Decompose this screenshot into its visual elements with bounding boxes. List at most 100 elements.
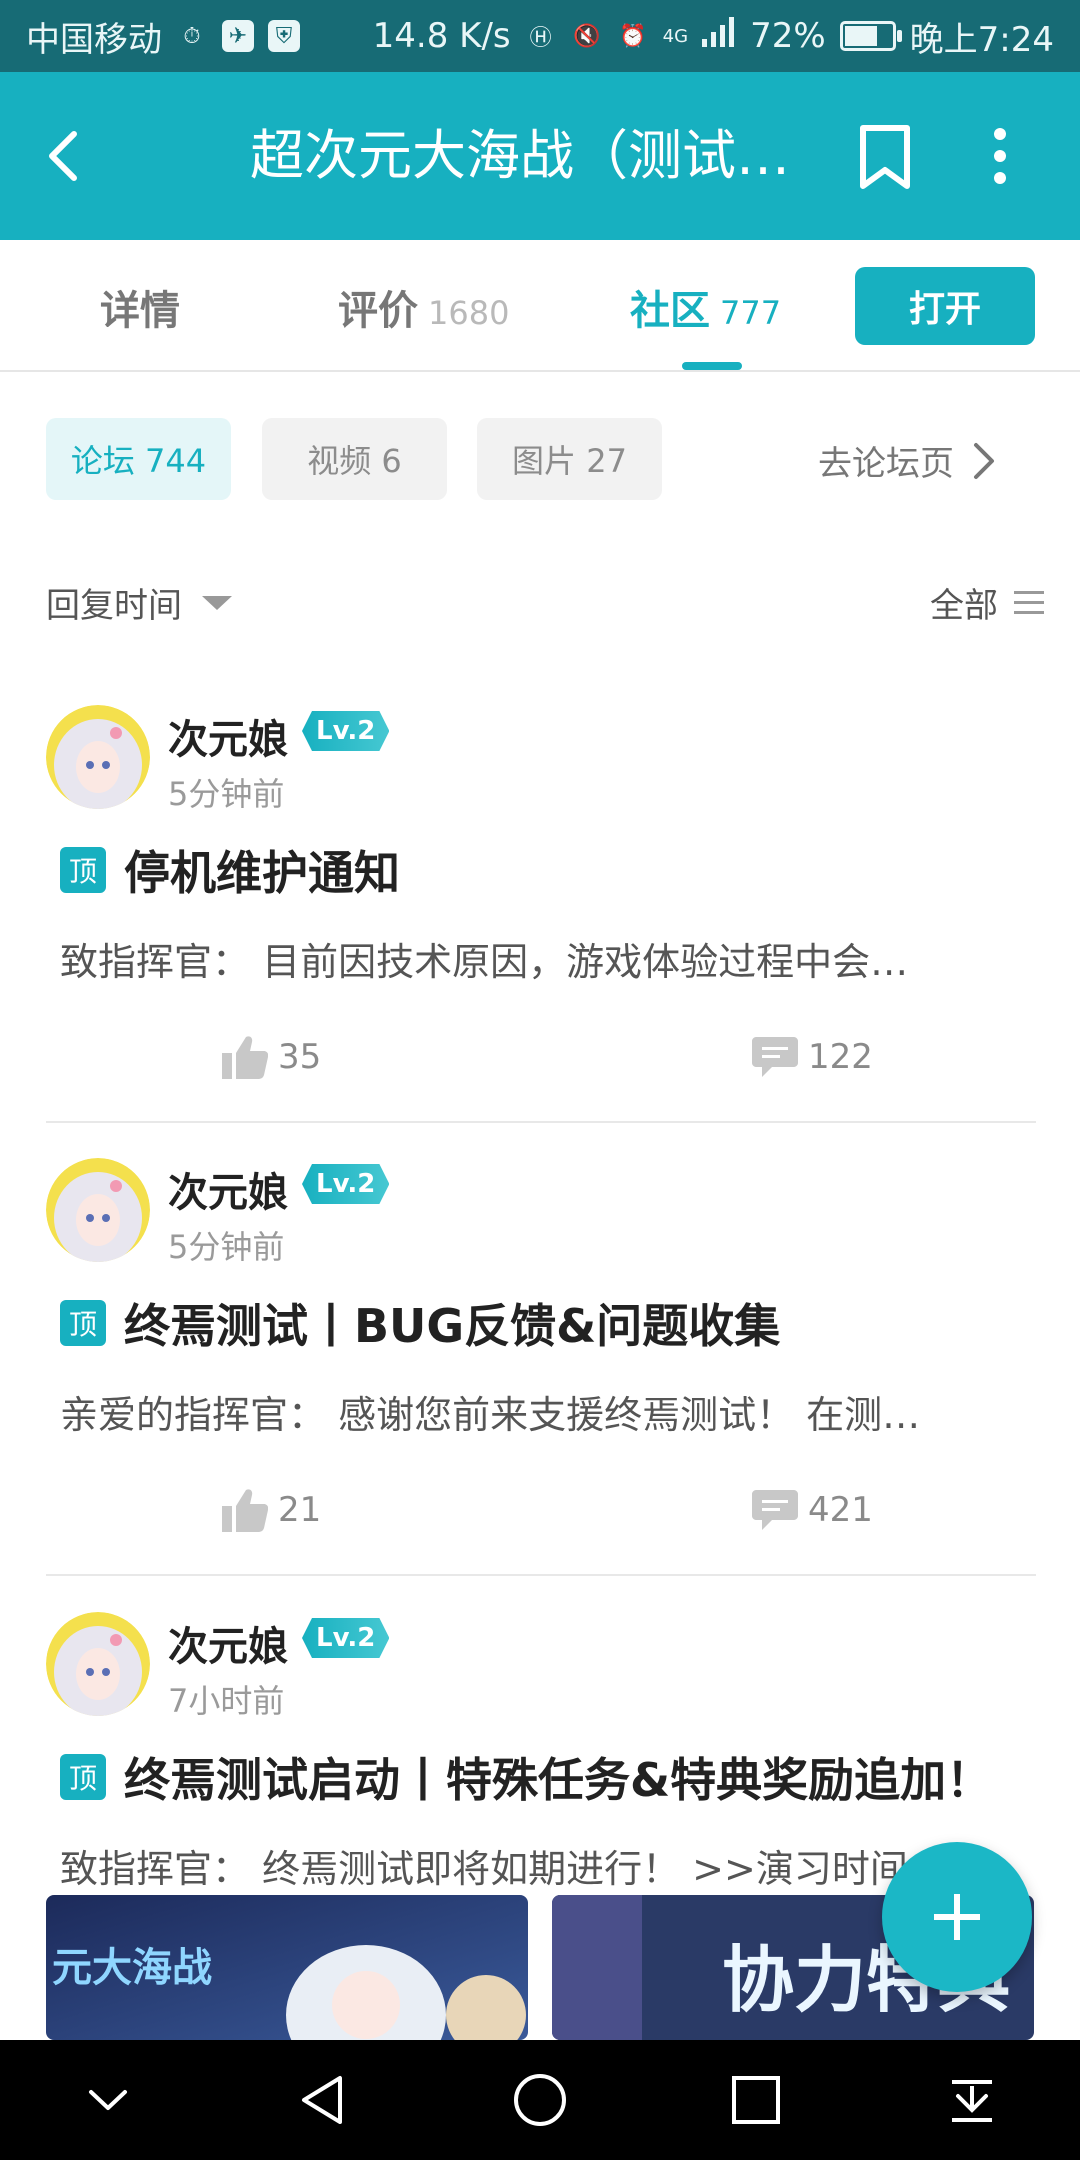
- post-time: 7小时前: [168, 1682, 285, 1720]
- plus-icon: [934, 1894, 980, 1940]
- divider: [46, 1574, 1036, 1576]
- like-count: 35: [278, 1037, 322, 1077]
- more-vertical-icon: [994, 128, 1006, 184]
- post-time: 5分钟前: [168, 775, 285, 813]
- more-button[interactable]: [970, 120, 1030, 192]
- system-nav-bar: [0, 2040, 1080, 2160]
- app-bar: 超次元大海战（测试…: [0, 72, 1080, 240]
- timer-icon: ⏱: [183, 23, 201, 49]
- sort-label: 回复时间: [46, 586, 182, 626]
- post-time: 5分钟前: [168, 1228, 285, 1266]
- filter-all-button[interactable]: 全部: [930, 578, 1044, 627]
- signal-icon: [702, 16, 736, 56]
- tab-indicator: [682, 362, 742, 370]
- back-arrow-icon: [49, 131, 77, 181]
- bookmark-button[interactable]: [855, 122, 915, 192]
- post-excerpt: 致指挥官： 终焉测试即将如期进行！ >>演习时间: [60, 1847, 908, 1891]
- filter-image[interactable]: 图片 27: [477, 418, 662, 500]
- level-badge: Lv.2: [302, 709, 389, 753]
- thumbs-up-icon: [222, 1489, 268, 1532]
- tab-label: 社区: [630, 288, 710, 334]
- like-count: 21: [278, 1490, 322, 1530]
- page-title: 超次元大海战（测试…: [250, 124, 790, 187]
- back-button[interactable]: [38, 120, 98, 192]
- like-button[interactable]: 35: [222, 1035, 321, 1079]
- post-card[interactable]: 次元娘 Lv.2 5分钟前 顶 停机维护通知 致指挥官： 目前因技术原因，游戏体…: [0, 705, 1080, 1125]
- nav-collapse-button[interactable]: [73, 2065, 143, 2135]
- shield-icon: ⛨: [268, 20, 300, 52]
- nav-back-button[interactable]: [289, 2065, 359, 2135]
- comment-button[interactable]: 122: [752, 1035, 873, 1079]
- caret-down-icon: [202, 595, 232, 610]
- home-circle-icon: [514, 2074, 566, 2126]
- level-text: Lv.2: [302, 711, 389, 751]
- list-icon: [1014, 590, 1044, 614]
- username[interactable]: 次元娘: [168, 1614, 288, 1672]
- divider: [46, 1121, 1036, 1123]
- nav-home-button[interactable]: [505, 2065, 575, 2135]
- avatar[interactable]: [46, 705, 150, 809]
- avatar[interactable]: [46, 1158, 150, 1262]
- network-type: 4G: [662, 25, 689, 47]
- clock: 晚上7:24: [909, 19, 1054, 60]
- level-text: Lv.2: [302, 1164, 389, 1204]
- post-image[interactable]: 元大海战: [46, 1895, 528, 2040]
- open-button[interactable]: 打开: [855, 267, 1035, 345]
- comment-icon: [752, 1037, 798, 1077]
- new-post-button[interactable]: [882, 1842, 1032, 1992]
- pinned-badge: 顶: [60, 1754, 106, 1800]
- nav-notifications-button[interactable]: [937, 2065, 1007, 2135]
- alarm-icon: ⏰: [618, 23, 647, 49]
- chevron-down-icon: [89, 2090, 127, 2110]
- filter-forum[interactable]: 论坛 744: [46, 418, 231, 500]
- level-badge: Lv.2: [302, 1162, 389, 1206]
- network-speed: 14.8 K/s: [372, 16, 511, 56]
- tab-label: 评价: [338, 288, 418, 334]
- post-card[interactable]: 次元娘 Lv.2 5分钟前 顶 终焉测试丨BUG反馈&问题收集 亲爱的指挥官： …: [0, 1158, 1080, 1578]
- username[interactable]: 次元娘: [168, 707, 288, 765]
- mute-icon: 🔇: [572, 23, 601, 49]
- carrier-label: 中国移动: [26, 19, 162, 60]
- thumbs-up-icon: [222, 1036, 268, 1079]
- pinned-badge: 顶: [60, 1300, 106, 1346]
- avatar[interactable]: [46, 1612, 150, 1716]
- thumb-text: 元大海战: [52, 1945, 212, 1991]
- like-button[interactable]: 21: [222, 1488, 321, 1532]
- filter-all-label: 全部: [930, 586, 998, 626]
- post-title[interactable]: 停机维护通知: [124, 837, 400, 903]
- pinned-badge: 顶: [60, 847, 106, 893]
- goto-forum-label: 去论坛页: [818, 444, 954, 484]
- post-title[interactable]: 终焉测试启动丨特殊任务&特典奖励追加！: [124, 1744, 992, 1810]
- comment-count: 122: [808, 1037, 873, 1077]
- pull-down-icon: [952, 2080, 992, 2122]
- level-badge: Lv.2: [302, 1616, 389, 1660]
- tab-details[interactable]: 详情: [100, 278, 180, 336]
- tab-label: 详情: [100, 288, 180, 334]
- bookmark-icon: [860, 125, 910, 189]
- battery-percent: 72%: [750, 16, 826, 56]
- comment-button[interactable]: 421: [752, 1488, 873, 1532]
- back-triangle-icon: [302, 2076, 342, 2124]
- comment-icon: [752, 1490, 798, 1530]
- goto-forum-link[interactable]: 去论坛页: [818, 436, 996, 485]
- battery-icon: [839, 21, 902, 51]
- hd-call-icon: Ⓗ: [529, 26, 552, 51]
- filter-video[interactable]: 视频 6: [262, 418, 447, 500]
- comment-count: 421: [808, 1490, 873, 1530]
- post-excerpt: 亲爱的指挥官： 感谢您前来支援终焉测试！ 在测…: [60, 1393, 921, 1437]
- recents-square-icon: [732, 2076, 780, 2124]
- nav-recents-button[interactable]: [721, 2065, 791, 2135]
- post-title[interactable]: 终焉测试丨BUG反馈&问题收集: [124, 1290, 780, 1356]
- chevron-right-icon: [974, 442, 994, 479]
- sort-dropdown[interactable]: 回复时间: [46, 578, 232, 627]
- level-text: Lv.2: [302, 1618, 389, 1658]
- username[interactable]: 次元娘: [168, 1160, 288, 1218]
- tab-reviews[interactable]: 评价 1680: [338, 278, 509, 336]
- tab-count: 1680: [428, 294, 510, 332]
- tab-community[interactable]: 社区 777: [630, 278, 781, 336]
- tab-bar: 详情 评价 1680 社区 777 打开: [0, 240, 1080, 372]
- app-notification-icon: ✈: [222, 20, 254, 52]
- status-bar: 中国移动 ⏱ ✈ ⛨ 14.8 K/s Ⓗ 🔇 ⏰ 4G 72% 晚上7:24: [0, 0, 1080, 72]
- tab-count: 777: [720, 294, 782, 332]
- post-excerpt: 致指挥官： 目前因技术原因，游戏体验过程中会…: [60, 940, 909, 984]
